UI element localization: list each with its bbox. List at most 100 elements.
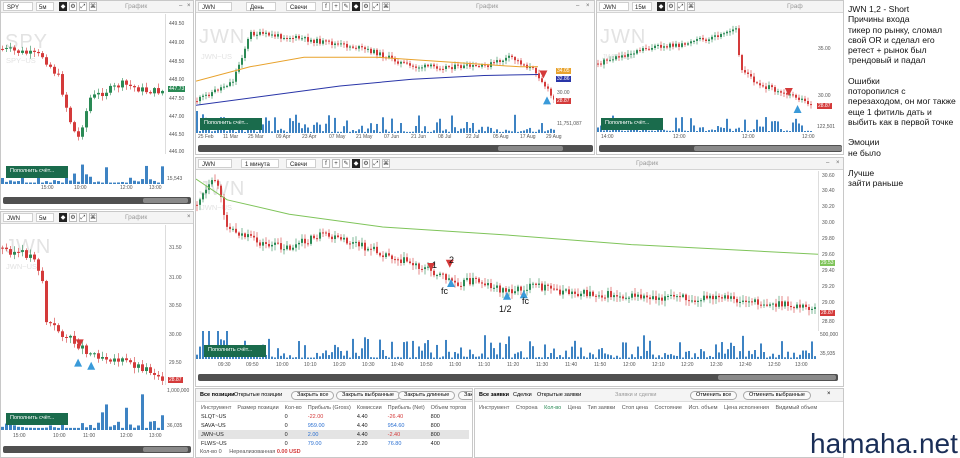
indicator-icon[interactable]: f (322, 159, 330, 168)
column-header[interactable]: Прибыль (Gross) (305, 403, 354, 412)
column-header[interactable]: Объем торгов (428, 403, 470, 412)
ticker-select[interactable]: JWN (3, 213, 33, 222)
column-header[interactable]: Инструмент (198, 403, 234, 412)
fund-account-button[interactable]: Пополнить счёт... (601, 118, 663, 130)
settings-icon[interactable]: ⚙ (362, 2, 370, 11)
fund-account-button[interactable]: Пополнить счёт... (200, 118, 262, 130)
tab-open-positions[interactable]: Открытые позиции (234, 392, 282, 398)
drawing-icon[interactable]: ✎ (342, 2, 350, 11)
settings-icon[interactable]: ⚙ (69, 213, 77, 222)
scroll-thumb[interactable] (718, 375, 836, 380)
candle (427, 266, 429, 268)
tab-all-positions[interactable]: Все позиции (200, 392, 235, 398)
close-icon[interactable]: × (187, 212, 191, 223)
cancel-selected-button[interactable]: Отменить выбранные (743, 391, 811, 400)
fullscreen-icon[interactable]: ⤢ (372, 2, 380, 11)
table-row[interactable]: SAVA~US 0 959.00 4.40 954.60 800 (198, 421, 469, 430)
column-header[interactable]: Размер позиции (234, 403, 281, 412)
cursor-tool-icon[interactable]: ◆ (59, 2, 67, 11)
chart-style-select[interactable]: Свечи (286, 159, 316, 168)
column-header[interactable]: Комиссии (354, 403, 385, 412)
cancel-all-button[interactable]: Отменить все (690, 391, 738, 400)
candle (808, 306, 810, 310)
fund-account-button[interactable]: Пополнить счёт... (6, 413, 68, 425)
column-header[interactable]: Состояние (654, 405, 681, 411)
candle (624, 55, 626, 57)
fullscreen-icon[interactable]: ⤢ (79, 2, 87, 11)
close-long-button[interactable]: Закрыть длинные (398, 391, 456, 400)
cursor-tool-icon[interactable]: ◆ (352, 159, 360, 168)
candle (753, 76, 755, 83)
scroll-thumb[interactable] (143, 447, 188, 452)
settings-icon[interactable]: ⚙ (667, 2, 675, 11)
scroll-thumb[interactable] (694, 146, 842, 151)
interval-select[interactable]: День (246, 2, 276, 11)
compare-icon[interactable]: + (332, 2, 340, 11)
time-scrollbar[interactable] (198, 145, 593, 152)
interval-select[interactable]: 5м (36, 213, 54, 222)
link-icon[interactable]: ⌘ (382, 2, 390, 11)
close-icon[interactable]: × (827, 391, 831, 397)
fund-account-button[interactable]: Пополнить счёт... (204, 345, 266, 357)
ticker-select[interactable]: JWN (198, 159, 232, 168)
window-title: График (125, 3, 148, 10)
close-icon[interactable]: × (187, 1, 191, 12)
settings-icon[interactable]: ⚙ (69, 2, 77, 11)
time-scrollbar[interactable] (198, 374, 838, 381)
table-row[interactable]: FLWS~US 0 79.00 2.20 76.80 400 (198, 439, 469, 448)
time-scrollbar[interactable] (599, 145, 842, 152)
interval-select[interactable]: 1 минута (241, 159, 279, 168)
column-header[interactable]: Исп. объем (688, 405, 717, 411)
settings-icon[interactable]: ⚙ (362, 159, 370, 168)
cursor-tool-icon[interactable]: ◆ (657, 2, 665, 11)
column-header[interactable]: Инструмент (479, 405, 509, 411)
column-header[interactable]: Тип заявки (588, 405, 616, 411)
interval-select[interactable]: 15м (632, 2, 652, 11)
link-icon[interactable]: ⌘ (89, 213, 97, 222)
link-icon[interactable]: ⌘ (687, 2, 695, 11)
column-header[interactable]: Цена исполнения (724, 405, 769, 411)
fullscreen-icon[interactable]: ⤢ (677, 2, 685, 11)
fund-account-button[interactable]: Пополнить счёт... (6, 166, 68, 178)
candle (721, 297, 723, 299)
tab-trades[interactable]: Сделки (513, 392, 532, 398)
minimize-icon[interactable]: – (576, 1, 579, 12)
ticker-select[interactable]: SPY (3, 2, 33, 11)
scroll-thumb[interactable] (143, 198, 188, 203)
cursor-tool-icon[interactable]: ◆ (59, 213, 67, 222)
link-icon[interactable]: ⌘ (382, 159, 390, 168)
table-row[interactable]: SLQT~US 0 -22.00 4.40 -26.40 800 (198, 412, 469, 421)
fullscreen-icon[interactable]: ⤢ (79, 213, 87, 222)
fullscreen-icon[interactable]: ⤢ (372, 159, 380, 168)
link-icon[interactable]: ⌘ (89, 2, 97, 11)
drawing-icon[interactable]: ✎ (342, 159, 350, 168)
table-row[interactable]: JWN~US 0 2.00 4.40 -2.40 800 (198, 430, 470, 439)
tab-open-orders[interactable]: Открытые заявки (537, 392, 581, 398)
column-header[interactable]: Видимый объем (775, 405, 817, 411)
time-scrollbar[interactable] (3, 197, 191, 204)
column-header[interactable]: Кол-во (544, 405, 561, 411)
ticker-select[interactable]: JWN (198, 2, 232, 11)
cursor-tool-icon[interactable]: ◆ (352, 2, 360, 11)
close-icon[interactable]: × (836, 158, 840, 169)
interval-select[interactable]: 5м (36, 2, 54, 11)
time-scrollbar[interactable] (3, 446, 191, 453)
volume-bar (49, 425, 52, 430)
column-header[interactable]: Кол-во (282, 403, 305, 412)
column-header[interactable]: Прибыль (Net) (385, 403, 428, 412)
scroll-thumb[interactable] (498, 146, 563, 151)
close-all-button[interactable]: Закрыть все (291, 391, 335, 400)
compare-icon[interactable]: + (332, 159, 340, 168)
indicator-icon[interactable]: f (322, 2, 330, 11)
close-selected-button[interactable]: Закрыть выбранные (336, 391, 400, 400)
ticker-select[interactable]: JWN (599, 2, 629, 11)
column-header[interactable]: Цена (568, 405, 581, 411)
close-icon[interactable]: × (586, 1, 590, 12)
tab-all-orders[interactable]: Все заявки (479, 392, 509, 398)
chart-style-select[interactable]: Свечи (286, 2, 316, 11)
close-short-button[interactable]: Закрыть короткие (458, 391, 472, 400)
column-header[interactable]: Стоп цена (622, 405, 648, 411)
minimize-icon[interactable]: – (179, 1, 182, 12)
column-header[interactable]: Сторона (516, 405, 538, 411)
minimize-icon[interactable]: – (826, 158, 829, 169)
